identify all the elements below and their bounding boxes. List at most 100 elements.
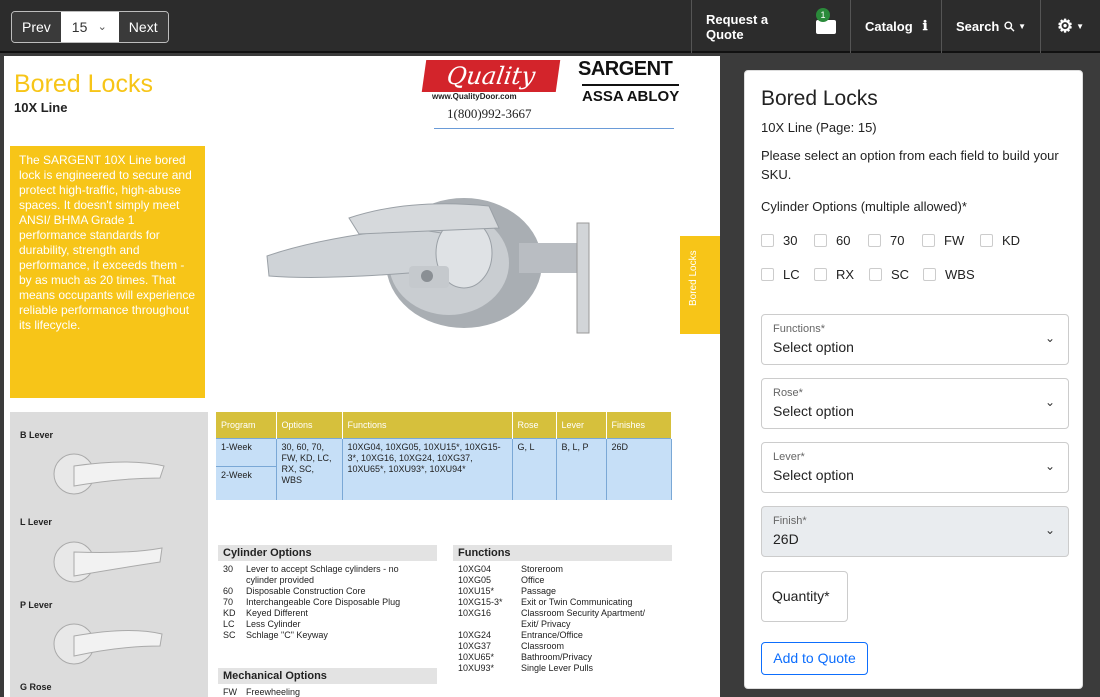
bored-locks-tab[interactable]: Bored Locks — [680, 236, 720, 334]
list-item: FW Freewheeling — [223, 687, 301, 697]
info-icon: ℹ — [922, 19, 928, 34]
checkbox-icon — [814, 234, 827, 247]
chevron-down-icon: ⌄ — [1044, 523, 1055, 537]
mechanical-options-section: Mechanical Options FW Freewheeling — [218, 668, 437, 697]
quote-count-badge: 1 — [816, 8, 830, 22]
field-label: Finish* — [773, 515, 807, 527]
checkbox-icon — [868, 234, 881, 247]
phone-number: 1(800)992-3667 — [447, 106, 532, 121]
table-cell: 30, 60, 70, FW, KD, LC, RX, SC, WBS — [276, 437, 343, 500]
functions-section: Functions 10XG04 Storeroom 10XG05 Office 1… — [453, 545, 672, 674]
list-item: SC Schlage "C" Keyway — [223, 630, 328, 640]
page-subtitle: 10X Line — [14, 100, 68, 115]
request-quote-label: Request a Quote — [706, 11, 769, 42]
cylinder-checkbox-70[interactable]: 70 — [868, 233, 904, 248]
quantity-field[interactable]: Quantity* — [761, 571, 848, 622]
table-header: Finishes — [606, 412, 672, 438]
panel-title: Bored Locks — [761, 87, 878, 110]
lever-lock-image — [266, 198, 590, 334]
table-cell: 1-Week — [216, 437, 277, 466]
rose-select[interactable]: Rose* Select option ⌄ — [761, 378, 1069, 429]
lever-label: G Rose — [20, 682, 52, 692]
cylinder-options-section: Cylinder Options 30 Lever to accept Schla… — [218, 545, 437, 641]
catalog-button[interactable]: Catalog ℹ — [850, 0, 941, 53]
page-title: Bored Locks — [14, 70, 153, 98]
lever-select[interactable]: Lever* Select option ⌄ — [761, 442, 1069, 493]
table-cell: B, L, P — [556, 437, 607, 500]
field-label: Rose* — [773, 387, 803, 399]
checkbox-icon — [869, 268, 882, 281]
caret-down-icon: ▼ — [1018, 22, 1026, 31]
list-item: KD Keyed Different — [223, 608, 308, 618]
catalog-label: Catalog — [865, 19, 913, 34]
lever-gallery: B Lever L Lever P Lever G Rose — [10, 412, 208, 697]
field-value: Select option — [773, 339, 854, 355]
sku-builder-panel: Bored Locks 10X Line (Page: 15) Please s… — [744, 70, 1083, 689]
checkbox-icon — [922, 234, 935, 247]
page-navigator: Prev 15 ⌄ Next — [11, 11, 169, 43]
list-item: 10XU93* Single Lever Pulls — [458, 663, 594, 673]
cylinder-checkbox-rx[interactable]: RX — [814, 267, 854, 282]
checkbox-icon — [814, 268, 827, 281]
list-item: 10XG37 Classroom — [458, 641, 565, 651]
catalog-page: Bored Locks 10X Line Quality www.Quality… — [4, 56, 720, 697]
list-item: 60 Disposable Construction Core — [223, 586, 366, 596]
lever-label: P Lever — [20, 600, 53, 610]
assa-abloy-logo: ASSA ABLOY — [582, 84, 680, 105]
list-item: LC Less Cylinder — [223, 619, 301, 629]
list-item: 10XG16 Classroom Security Apartment/ Exit… — [458, 608, 646, 629]
search-label: Search — [956, 19, 1000, 34]
checkbox-icon — [761, 268, 774, 281]
checkbox-icon — [923, 268, 936, 281]
cylinder-checkbox-sc[interactable]: SC — [869, 267, 909, 282]
table-cell: 26D — [606, 437, 672, 500]
cylinder-checkbox-30[interactable]: 30 — [761, 233, 797, 248]
table-cell: 10XG04, 10XG05, 10XU15*, 10XG15-3*, 10XG… — [342, 437, 513, 500]
field-value: 26D — [773, 531, 799, 547]
cylinder-checkbox-fw[interactable]: FW — [922, 233, 964, 248]
field-value: Select option — [773, 467, 854, 483]
chevron-down-icon: ⌄ — [97, 21, 107, 33]
list-item: 10XG15-3* Exit or Twin Communicating — [458, 597, 633, 607]
caret-down-icon: ▼ — [1076, 22, 1085, 31]
chevron-down-icon: ⌄ — [1044, 331, 1055, 345]
settings-button[interactable]: ⚙ ▼ — [1040, 0, 1100, 53]
section-heading: Mechanical Options — [218, 668, 437, 684]
page-select-value: 15 — [71, 19, 88, 35]
spec-table: Program Options Functions Rose Lever Fin… — [216, 412, 672, 500]
functions-select[interactable]: Functions* Select option ⌄ — [761, 314, 1069, 365]
table-header: Rose — [512, 412, 557, 438]
cylinder-checkbox-lc[interactable]: LC — [761, 267, 800, 282]
table-header: Functions — [342, 412, 513, 438]
lever-label: L Lever — [20, 517, 52, 527]
list-item: 10XG05 Office — [458, 575, 545, 585]
header-rule — [434, 128, 674, 129]
lever-image — [53, 453, 165, 495]
add-to-quote-button[interactable]: Add to Quote — [761, 642, 868, 675]
section-heading: Cylinder Options — [218, 545, 437, 561]
quality-logo: Quality — [421, 60, 561, 92]
lever-image — [53, 623, 163, 665]
list-item: 70 Interchangeable Core Disposable Plug — [223, 597, 401, 607]
checkbox-icon — [761, 234, 774, 247]
lever-image — [53, 541, 163, 583]
table-header: Lever — [556, 412, 607, 438]
next-button[interactable]: Next — [118, 12, 168, 42]
prev-button[interactable]: Prev — [12, 12, 61, 42]
search-button[interactable]: Search ▼ — [941, 0, 1040, 53]
page-select[interactable]: 15 ⌄ — [60, 12, 119, 42]
quote-box-icon — [816, 19, 836, 34]
section-heading: Functions — [453, 545, 672, 561]
finish-select[interactable]: Finish* 26D ⌄ — [761, 506, 1069, 557]
chevron-down-icon: ⌄ — [1044, 395, 1055, 409]
cylinder-checkbox-kd[interactable]: KD — [980, 233, 1020, 248]
table-header: Options — [276, 412, 343, 438]
table-header: Program — [216, 412, 277, 438]
app: Prev 15 ⌄ Next Request a Quote Catalog ℹ… — [0, 0, 1100, 697]
chevron-down-icon: ⌄ — [1044, 459, 1055, 473]
list-item: 10XU15* Passage — [458, 586, 557, 596]
gear-icon: ⚙ — [1056, 16, 1074, 36]
cylinder-checkbox-60[interactable]: 60 — [814, 233, 850, 248]
cylinder-checkbox-wbs[interactable]: WBS — [923, 267, 975, 282]
field-label: Lever* — [773, 451, 805, 463]
